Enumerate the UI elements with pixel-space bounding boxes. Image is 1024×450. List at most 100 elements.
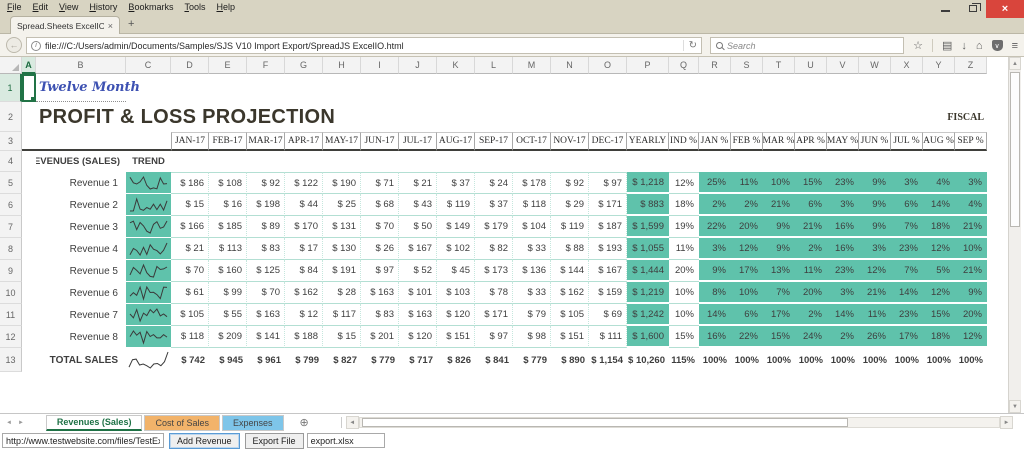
- monthly-value-cell[interactable]: $ 33: [513, 282, 551, 304]
- monthly-value-cell[interactable]: $ 159: [589, 282, 627, 304]
- month-header-nov-17[interactable]: NOV-17: [551, 132, 589, 151]
- total-monthly-cell[interactable]: $ 841: [475, 348, 513, 372]
- revenue-label-2[interactable]: Revenue 2: [36, 194, 126, 216]
- pct-header-aug[interactable]: AUG %: [923, 132, 955, 151]
- yearly-value-cell[interactable]: $ 1,242: [627, 304, 669, 326]
- total-pct-cell[interactable]: 100%: [891, 348, 923, 372]
- monthly-value-cell[interactable]: $ 117: [323, 304, 361, 326]
- row-header-3[interactable]: 3: [0, 132, 22, 151]
- month-pct-cell[interactable]: 16%: [699, 326, 731, 348]
- cell-a10[interactable]: [22, 282, 36, 304]
- month-header-dec-17[interactable]: DEC-17: [589, 132, 627, 151]
- column-header-y[interactable]: Y: [923, 57, 955, 74]
- export-file-button[interactable]: Export File: [245, 433, 304, 449]
- sheet-tab-expenses[interactable]: Expenses: [222, 415, 284, 431]
- month-pct-cell[interactable]: 11%: [795, 260, 827, 282]
- revenue-label-7[interactable]: Revenue 7: [36, 304, 126, 326]
- month-pct-cell[interactable]: 17%: [731, 260, 763, 282]
- month-pct-cell[interactable]: 6%: [731, 304, 763, 326]
- monthly-value-cell[interactable]: $ 68: [361, 194, 399, 216]
- revenue-label-1[interactable]: Revenue 1: [36, 172, 126, 194]
- monthly-value-cell[interactable]: $ 120: [437, 304, 475, 326]
- ind-pct-header[interactable]: IND %: [669, 132, 699, 151]
- column-header-a[interactable]: A: [22, 57, 36, 74]
- import-url-input[interactable]: [2, 433, 164, 448]
- month-pct-cell[interactable]: 11%: [731, 172, 763, 194]
- month-pct-cell[interactable]: 14%: [699, 304, 731, 326]
- cell-a9[interactable]: [22, 260, 36, 282]
- month-header-aug-17[interactable]: AUG-17: [437, 132, 475, 151]
- pct-header-jun[interactable]: JUN %: [859, 132, 891, 151]
- total-monthly-cell[interactable]: $ 779: [361, 348, 399, 372]
- month-pct-cell[interactable]: 9%: [859, 194, 891, 216]
- yearly-value-cell[interactable]: $ 1,600: [627, 326, 669, 348]
- monthly-value-cell[interactable]: $ 70: [247, 282, 285, 304]
- monthly-value-cell[interactable]: $ 12: [285, 304, 323, 326]
- column-header-o[interactable]: O: [589, 57, 627, 74]
- cell-a2[interactable]: [22, 102, 36, 132]
- monthly-value-cell[interactable]: $ 167: [589, 260, 627, 282]
- monthly-value-cell[interactable]: $ 25: [323, 194, 361, 216]
- browser-tab[interactable]: Spread.Sheets ExcelIO ×: [10, 16, 120, 34]
- monthly-value-cell[interactable]: $ 105: [171, 304, 209, 326]
- month-pct-cell[interactable]: 9%: [955, 282, 987, 304]
- horizontal-scrollbar-thumb[interactable]: [362, 418, 848, 427]
- pct-header-feb[interactable]: FEB %: [731, 132, 763, 151]
- monthly-value-cell[interactable]: $ 151: [437, 326, 475, 348]
- cell-a7[interactable]: [22, 216, 36, 238]
- total-monthly-cell[interactable]: $ 827: [323, 348, 361, 372]
- month-pct-cell[interactable]: 6%: [891, 194, 923, 216]
- month-pct-cell[interactable]: 3%: [859, 238, 891, 260]
- monthly-value-cell[interactable]: $ 178: [513, 172, 551, 194]
- monthly-value-cell[interactable]: $ 120: [399, 326, 437, 348]
- month-pct-cell[interactable]: 3%: [827, 282, 859, 304]
- monthly-value-cell[interactable]: $ 185: [209, 216, 247, 238]
- scroll-right-icon[interactable]: ►: [1000, 416, 1013, 429]
- month-pct-cell[interactable]: 2%: [699, 194, 731, 216]
- total-sales-label[interactable]: TOTAL SALES: [36, 348, 126, 372]
- monthly-value-cell[interactable]: $ 163: [399, 304, 437, 326]
- row-header-5[interactable]: 5: [0, 172, 22, 194]
- row-header-2[interactable]: 2: [0, 102, 22, 132]
- trend-cell-8[interactable]: [126, 326, 171, 348]
- month-pct-cell[interactable]: 17%: [891, 326, 923, 348]
- month-pct-cell[interactable]: 14%: [923, 194, 955, 216]
- row-header-7[interactable]: 7: [0, 216, 22, 238]
- column-header-c[interactable]: C: [126, 57, 171, 74]
- trend-label[interactable]: TREND: [126, 151, 171, 172]
- monthly-value-cell[interactable]: $ 69: [589, 304, 627, 326]
- sheet-tab-revenues-sales[interactable]: Revenues (Sales): [46, 415, 143, 431]
- month-pct-cell[interactable]: 20%: [955, 304, 987, 326]
- ind-pct-cell[interactable]: 12%: [669, 172, 699, 194]
- trend-cell-1[interactable]: [126, 172, 171, 194]
- total-monthly-cell[interactable]: $ 1,154: [589, 348, 627, 372]
- yearly-value-cell[interactable]: $ 1,599: [627, 216, 669, 238]
- column-header-e[interactable]: E: [209, 57, 247, 74]
- month-header-jul-17[interactable]: JUL-17: [399, 132, 437, 151]
- column-header-t[interactable]: T: [763, 57, 795, 74]
- yearly-value-cell[interactable]: $ 1,444: [627, 260, 669, 282]
- monthly-value-cell[interactable]: $ 171: [589, 194, 627, 216]
- cell-a4[interactable]: [22, 151, 36, 172]
- menu-file[interactable]: File: [7, 2, 22, 12]
- month-pct-cell[interactable]: 3%: [827, 194, 859, 216]
- month-pct-cell[interactable]: 14%: [827, 304, 859, 326]
- month-pct-cell[interactable]: 16%: [827, 216, 859, 238]
- trend-cell-5[interactable]: [126, 260, 171, 282]
- month-pct-cell[interactable]: 6%: [795, 194, 827, 216]
- monthly-value-cell[interactable]: $ 131: [323, 216, 361, 238]
- monthly-value-cell[interactable]: $ 26: [361, 238, 399, 260]
- month-pct-cell[interactable]: 15%: [763, 326, 795, 348]
- month-pct-cell[interactable]: 5%: [923, 260, 955, 282]
- month-pct-cell[interactable]: 26%: [859, 326, 891, 348]
- column-header-w[interactable]: W: [859, 57, 891, 74]
- monthly-value-cell[interactable]: $ 103: [437, 282, 475, 304]
- month-pct-cell[interactable]: 10%: [731, 282, 763, 304]
- column-header-k[interactable]: K: [437, 57, 475, 74]
- column-header-u[interactable]: U: [795, 57, 827, 74]
- month-pct-cell[interactable]: 10%: [955, 238, 987, 260]
- month-pct-cell[interactable]: 16%: [827, 238, 859, 260]
- month-pct-cell[interactable]: 15%: [795, 172, 827, 194]
- monthly-value-cell[interactable]: $ 88: [551, 238, 589, 260]
- pct-header-mar[interactable]: MAR %: [763, 132, 795, 151]
